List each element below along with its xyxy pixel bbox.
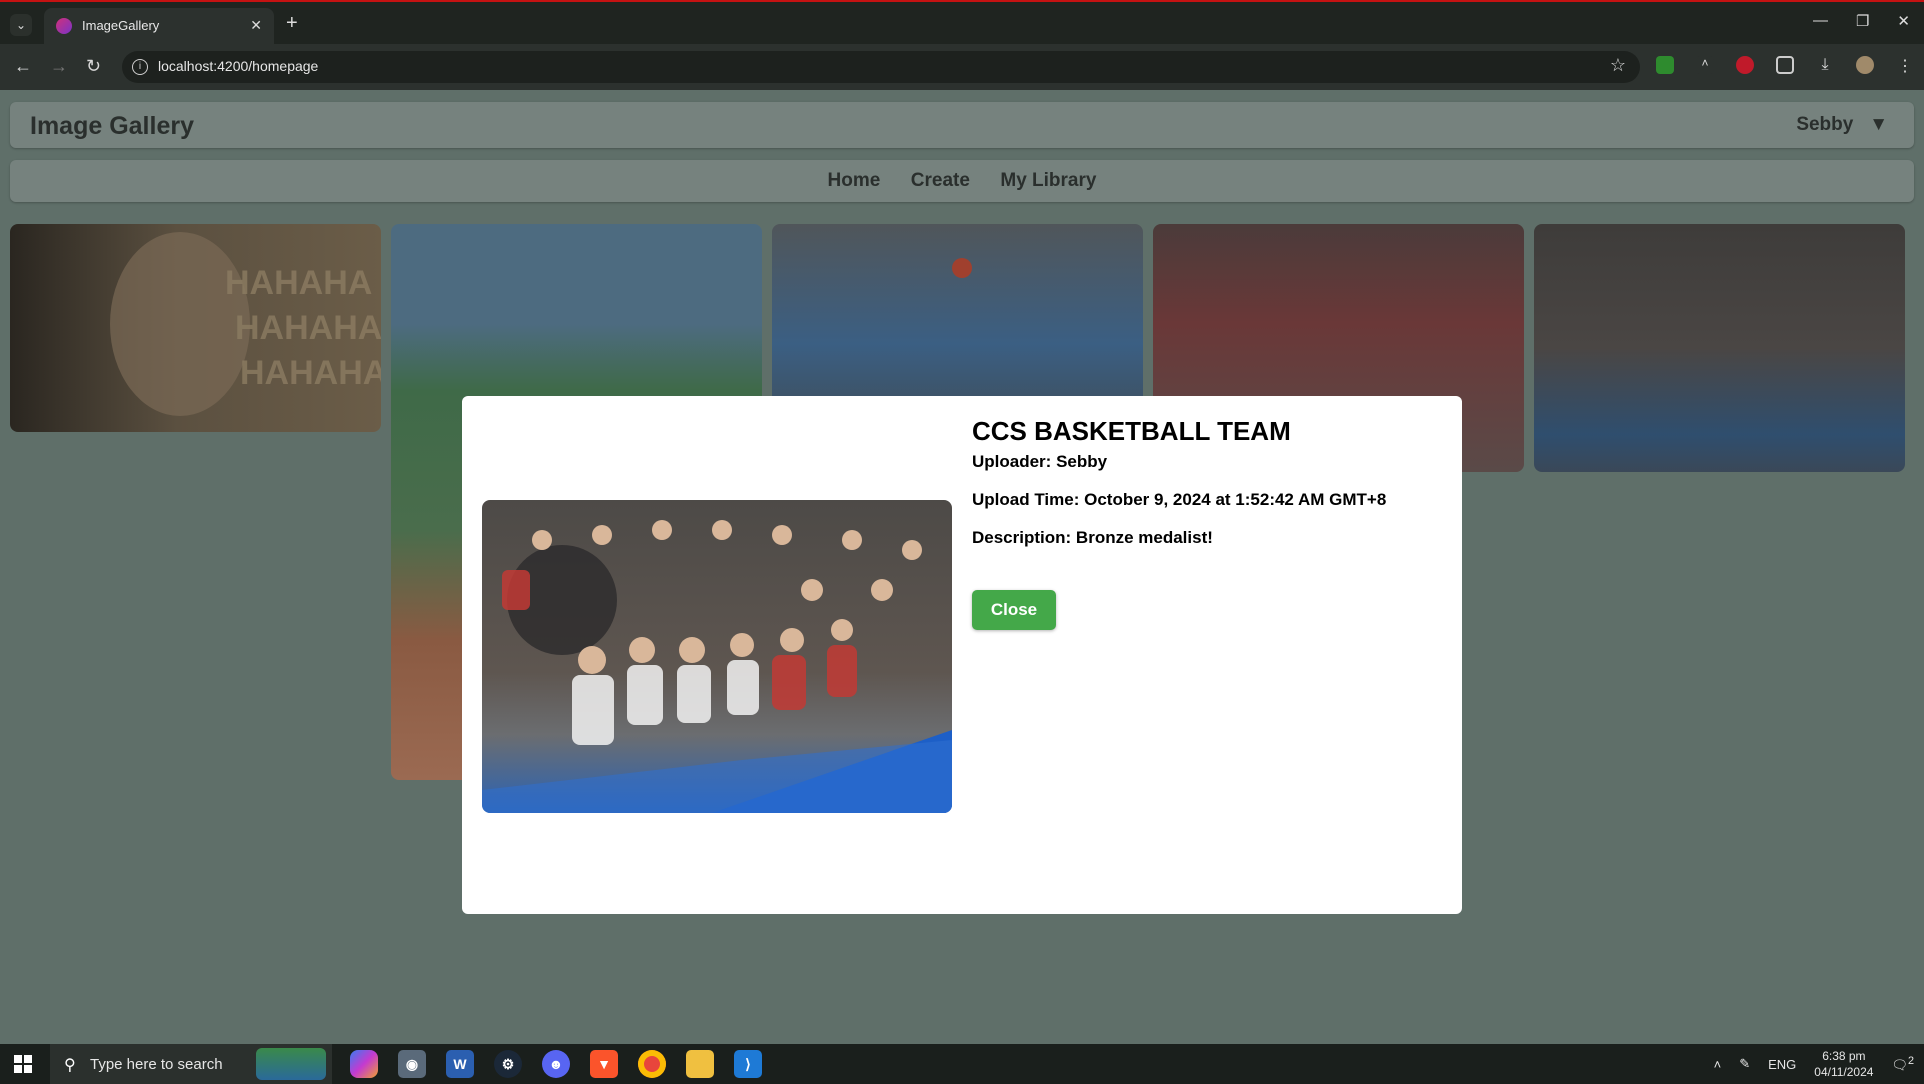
uploader-label: Uploader: bbox=[972, 452, 1052, 471]
nav-create[interactable]: Create bbox=[911, 170, 970, 192]
tab-search-button[interactable]: ⌄ bbox=[10, 14, 32, 36]
browser-tab-strip: ⌄ ImageGallery ✕ + — ❐ ✕ bbox=[0, 0, 1924, 46]
gallery-image-team-seated[interactable] bbox=[1534, 224, 1905, 472]
chevron-down-icon[interactable]: ▼ bbox=[1869, 114, 1888, 135]
system-tray: ˄ ✎ ENG 6:38 pm 04/11/2024 🗨2 bbox=[1714, 1044, 1914, 1084]
profile-avatar[interactable] bbox=[1856, 56, 1874, 74]
basketball-shape bbox=[952, 258, 972, 278]
download-icon[interactable]: ⤓ bbox=[1816, 56, 1834, 74]
notification-icon[interactable]: 🗨2 bbox=[1891, 1055, 1914, 1073]
extension-icons: ˄ ⤓ ⋮ bbox=[1656, 56, 1914, 75]
steam-icon[interactable]: ⚙ bbox=[494, 1050, 522, 1078]
uploader-detail: Uploader: Sebby bbox=[972, 452, 1107, 472]
image-detail-modal: CCS BASKETBALL TEAM Uploader: Sebby Uplo… bbox=[462, 396, 1462, 914]
taskbar-search[interactable]: ⚲ Type here to search bbox=[50, 1044, 332, 1084]
nav-my-library[interactable]: My Library bbox=[1000, 170, 1096, 192]
word-icon[interactable]: W bbox=[446, 1050, 474, 1078]
svg-text:HAHAHA: HAHAHA bbox=[225, 264, 372, 302]
tab-title: ImageGallery bbox=[82, 18, 160, 33]
search-icon: ⚲ bbox=[64, 1057, 76, 1074]
app-header: Image Gallery Sebby ▼ bbox=[10, 102, 1914, 148]
windows-taskbar: ⚲ Type here to search ◉ W ⚙ ☻ ▼ ⟩ ˄ ✎ EN… bbox=[0, 1044, 1924, 1084]
brave-icon[interactable]: ▼ bbox=[590, 1050, 618, 1078]
reload-icon[interactable]: ↻ bbox=[86, 56, 101, 77]
address-bar[interactable]: i localhost:4200/homepage ☆ bbox=[122, 51, 1640, 83]
user-menu[interactable]: Sebby ▼ bbox=[1796, 114, 1888, 136]
upload-time-label: Upload Time: bbox=[972, 490, 1080, 509]
vscode-icon[interactable]: ⟩ bbox=[734, 1050, 762, 1078]
copilot-icon[interactable] bbox=[350, 1050, 378, 1078]
modal-title: CCS BASKETBALL TEAM bbox=[972, 416, 1291, 446]
search-input[interactable]: Type here to search bbox=[90, 1056, 223, 1073]
upload-time-detail: Upload Time: October 9, 2024 at 1:52:42 … bbox=[972, 490, 1386, 510]
notification-count: 2 bbox=[1907, 1054, 1914, 1067]
app-viewport: Image Gallery Sebby ▼ Home Create My Lib… bbox=[0, 90, 1924, 1044]
extension-caret-icon[interactable]: ˄ bbox=[1696, 56, 1714, 74]
svg-text:HAHAHA: HAHAHA bbox=[240, 354, 381, 392]
close-window-icon[interactable]: ✕ bbox=[1897, 12, 1910, 30]
windows-start-icon[interactable] bbox=[14, 1055, 32, 1073]
file-explorer-icon[interactable] bbox=[686, 1050, 714, 1078]
browser-tab[interactable]: ImageGallery ✕ bbox=[44, 8, 274, 44]
browser-toolbar: ← → ↻ i localhost:4200/homepage ☆ ˄ ⤓ ⋮ bbox=[0, 44, 1924, 90]
chrome-icon[interactable] bbox=[638, 1050, 666, 1078]
url-text[interactable]: localhost:4200/homepage bbox=[158, 58, 318, 74]
upload-time-value: October 9, 2024 at 1:52:42 AM GMT+8 bbox=[1084, 490, 1387, 509]
bookmark-star-icon[interactable]: ☆ bbox=[1610, 55, 1626, 76]
description-value: Bronze medalist! bbox=[1075, 528, 1213, 547]
site-info-icon[interactable]: i bbox=[132, 59, 148, 75]
language-indicator[interactable]: ENG bbox=[1768, 1057, 1796, 1072]
extension-grid-icon[interactable] bbox=[1656, 56, 1674, 74]
forward-icon[interactable]: → bbox=[50, 56, 68, 77]
team-photo-image bbox=[482, 500, 952, 813]
pinned-apps: ◉ W ⚙ ☻ ▼ ⟩ bbox=[350, 1050, 762, 1078]
user-name: Sebby bbox=[1796, 114, 1854, 135]
search-highlight-art bbox=[256, 1048, 326, 1080]
clock-time: 6:38 pm bbox=[1822, 1049, 1866, 1063]
pen-icon[interactable]: ✎ bbox=[1739, 1056, 1750, 1072]
extension-record-icon[interactable] bbox=[1736, 56, 1754, 74]
svg-text:HAHAHA: HAHAHA bbox=[235, 309, 381, 347]
window-controls: — ❐ ✕ bbox=[1813, 12, 1910, 30]
new-tab-button[interactable]: + bbox=[286, 12, 298, 35]
close-button[interactable]: Close bbox=[972, 590, 1056, 630]
extensions-puzzle-icon[interactable] bbox=[1776, 56, 1794, 74]
description-label: Description: bbox=[972, 528, 1072, 547]
browser-menu-icon[interactable]: ⋮ bbox=[1896, 56, 1914, 75]
main-nav: Home Create My Library bbox=[10, 160, 1914, 202]
camera-icon[interactable]: ◉ bbox=[398, 1050, 426, 1078]
tab-close-icon[interactable]: ✕ bbox=[250, 17, 262, 34]
page-title: Image Gallery bbox=[30, 112, 194, 140]
discord-icon[interactable]: ☻ bbox=[542, 1050, 570, 1078]
gallery-image-joker[interactable]: HAHAHA HAHAHA HAHAHA bbox=[10, 224, 381, 432]
clock-date: 04/11/2024 bbox=[1814, 1065, 1874, 1079]
modal-team-photo bbox=[482, 500, 952, 813]
joker-artwork-image: HAHAHA HAHAHA HAHAHA bbox=[110, 232, 381, 416]
gallery-image-arena-roof[interactable] bbox=[772, 224, 1143, 424]
description-detail: Description: Bronze medalist! bbox=[972, 528, 1213, 548]
nav-home[interactable]: Home bbox=[828, 170, 881, 192]
back-icon[interactable]: ← bbox=[14, 56, 32, 77]
restore-icon[interactable]: ❐ bbox=[1856, 12, 1869, 30]
clock[interactable]: 6:38 pm 04/11/2024 bbox=[1814, 1048, 1873, 1080]
angular-favicon-icon bbox=[56, 18, 72, 34]
uploader-value: Sebby bbox=[1056, 452, 1108, 471]
minimize-icon[interactable]: — bbox=[1813, 12, 1828, 30]
tray-overflow-icon[interactable]: ˄ bbox=[1714, 1057, 1722, 1072]
